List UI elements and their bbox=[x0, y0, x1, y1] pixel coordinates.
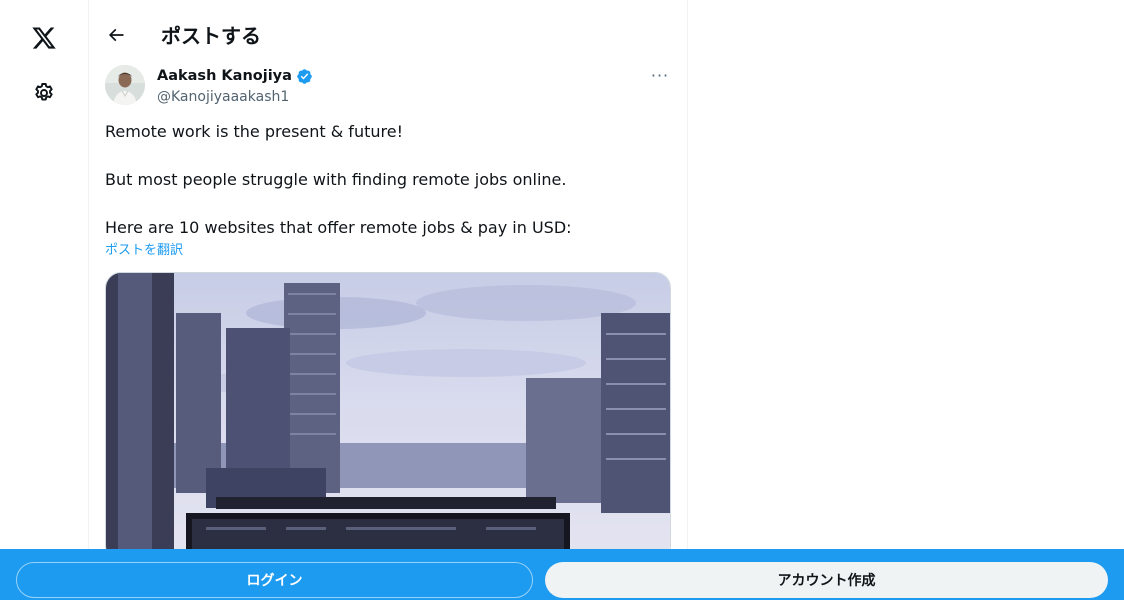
more-icon: ··· bbox=[650, 65, 670, 85]
page: ポストする Aakash Kanojiya @Kanojiyaaakash1 ·… bbox=[0, 0, 1124, 600]
bottom-signup-bar: ログイン アカウント作成 bbox=[0, 549, 1124, 600]
left-nav bbox=[0, 0, 88, 600]
page-title: ポストする bbox=[161, 24, 261, 48]
page-header: ポストする bbox=[89, 14, 687, 58]
post-text-line: But most people struggle with finding re… bbox=[105, 170, 567, 189]
post-text: Remote work is the present & future! But… bbox=[105, 120, 673, 240]
x-logo-icon[interactable] bbox=[28, 22, 60, 54]
login-button[interactable]: ログイン bbox=[16, 562, 533, 598]
gear-icon[interactable] bbox=[29, 78, 59, 108]
verified-badge-icon bbox=[297, 68, 312, 84]
create-account-button[interactable]: アカウント作成 bbox=[545, 562, 1108, 598]
author-handle[interactable]: @Kanojiyaaakash1 bbox=[157, 87, 289, 107]
back-button[interactable] bbox=[103, 22, 129, 48]
main-column: ポストする Aakash Kanojiya @Kanojiyaaakash1 ·… bbox=[88, 0, 688, 600]
name-row: Aakash Kanojiya bbox=[157, 66, 313, 86]
translate-post-link[interactable]: ポストを翻訳 bbox=[105, 242, 183, 260]
post-author: Aakash Kanojiya @Kanojiyaaakash1 ··· bbox=[105, 65, 673, 109]
post-text-line: Here are 10 websites that offer remote j… bbox=[105, 218, 572, 237]
post-image[interactable] bbox=[105, 272, 671, 562]
post-text-line: Remote work is the present & future! bbox=[105, 122, 403, 141]
more-options-button[interactable]: ··· bbox=[647, 65, 673, 85]
author-name[interactable]: Aakash Kanojiya bbox=[157, 66, 292, 86]
arrow-left-icon bbox=[108, 28, 124, 42]
avatar[interactable] bbox=[105, 65, 145, 105]
